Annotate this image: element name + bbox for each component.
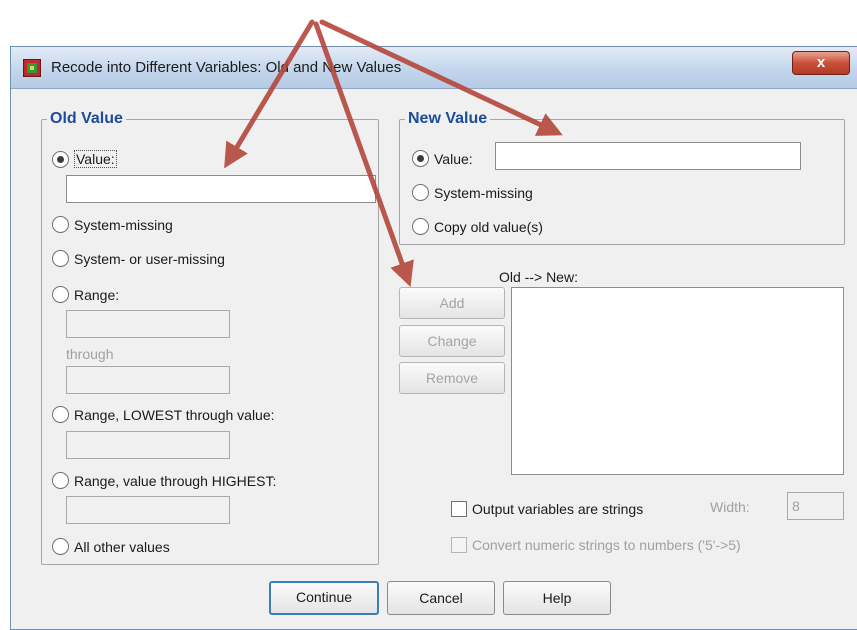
close-button[interactable]: x (792, 51, 850, 75)
radio-button[interactable] (52, 406, 69, 423)
new-value-group: New Value Value: System-missing Copy old… (399, 110, 845, 245)
copy-old-label: Copy old value(s) (434, 218, 543, 235)
cancel-button[interactable]: Cancel (387, 581, 495, 615)
range-to-input[interactable] (66, 366, 230, 394)
radio-button[interactable] (52, 538, 69, 555)
radio-button[interactable] (52, 472, 69, 489)
old-new-list[interactable] (511, 287, 844, 475)
new-value-radio-copy-old[interactable]: Copy old value(s) (412, 218, 543, 235)
old-value-radio-range-highest[interactable]: Range, value through HIGHEST: (52, 472, 276, 489)
old-all-other-label: All other values (74, 538, 170, 555)
add-button[interactable]: Add (399, 287, 505, 319)
new-value-radio-value[interactable]: Value: (412, 150, 473, 167)
new-value-radio-system-missing[interactable]: System-missing (412, 184, 533, 201)
old-value-radio-system-or-user-missing[interactable]: System- or user-missing (52, 250, 225, 267)
old-system-or-user-missing-label: System- or user-missing (74, 250, 225, 267)
radio-button[interactable] (412, 218, 429, 235)
new-value-value-label: Value: (434, 150, 473, 167)
change-button[interactable]: Change (399, 325, 505, 357)
through-label: through (66, 346, 114, 362)
radio-button[interactable] (412, 150, 429, 167)
output-strings-label: Output variables are strings (472, 501, 644, 517)
window-title: Recode into Different Variables: Old and… (51, 59, 402, 76)
title-bar[interactable]: Recode into Different Variables: Old and… (11, 47, 857, 89)
radio-button[interactable] (52, 250, 69, 267)
old-value-radio-value[interactable]: Value: (52, 150, 117, 168)
radio-button[interactable] (52, 286, 69, 303)
output-strings-option[interactable]: Output variables are strings (451, 501, 643, 517)
range-from-input[interactable] (66, 310, 230, 338)
old-range-lowest-label: Range, LOWEST through value: (74, 406, 275, 423)
width-label: Width: (710, 499, 750, 515)
old-range-highest-label: Range, value through HIGHEST: (74, 472, 277, 489)
new-value-input[interactable] (495, 142, 801, 170)
range-lowest-input[interactable] (66, 431, 230, 459)
old-value-input[interactable] (66, 175, 376, 203)
old-value-value-label: Value: (74, 150, 117, 168)
convert-numeric-checkbox[interactable] (451, 537, 467, 553)
radio-button[interactable] (52, 216, 69, 233)
new-system-missing-label: System-missing (434, 184, 533, 201)
spss-app-icon (23, 59, 41, 77)
radio-button[interactable] (52, 150, 69, 168)
old-new-list-label: Old --> New: (499, 269, 578, 285)
old-system-missing-label: System-missing (74, 216, 173, 233)
width-input[interactable]: 8 (787, 492, 844, 520)
help-button[interactable]: Help (503, 581, 611, 615)
radio-button[interactable] (412, 184, 429, 201)
old-value-group: Old Value Value: System-missing System- … (41, 110, 379, 565)
old-value-radio-range-lowest[interactable]: Range, LOWEST through value: (52, 406, 275, 423)
old-value-legend: Old Value (47, 110, 126, 128)
old-range-label: Range: (74, 286, 120, 303)
range-highest-input[interactable] (66, 496, 230, 524)
new-value-legend: New Value (405, 110, 491, 128)
old-value-radio-range[interactable]: Range: (52, 286, 119, 303)
old-value-radio-system-missing[interactable]: System-missing (52, 216, 173, 233)
width-value: 8 (792, 498, 800, 514)
recode-dialog: Recode into Different Variables: Old and… (10, 46, 857, 630)
convert-numeric-label: Convert numeric strings to numbers ('5'-… (472, 537, 741, 553)
continue-button[interactable]: Continue (269, 581, 379, 615)
output-strings-checkbox[interactable] (451, 501, 467, 517)
convert-numeric-option[interactable]: Convert numeric strings to numbers ('5'-… (451, 537, 741, 553)
remove-button[interactable]: Remove (399, 362, 505, 394)
old-value-radio-all-other[interactable]: All other values (52, 538, 170, 555)
